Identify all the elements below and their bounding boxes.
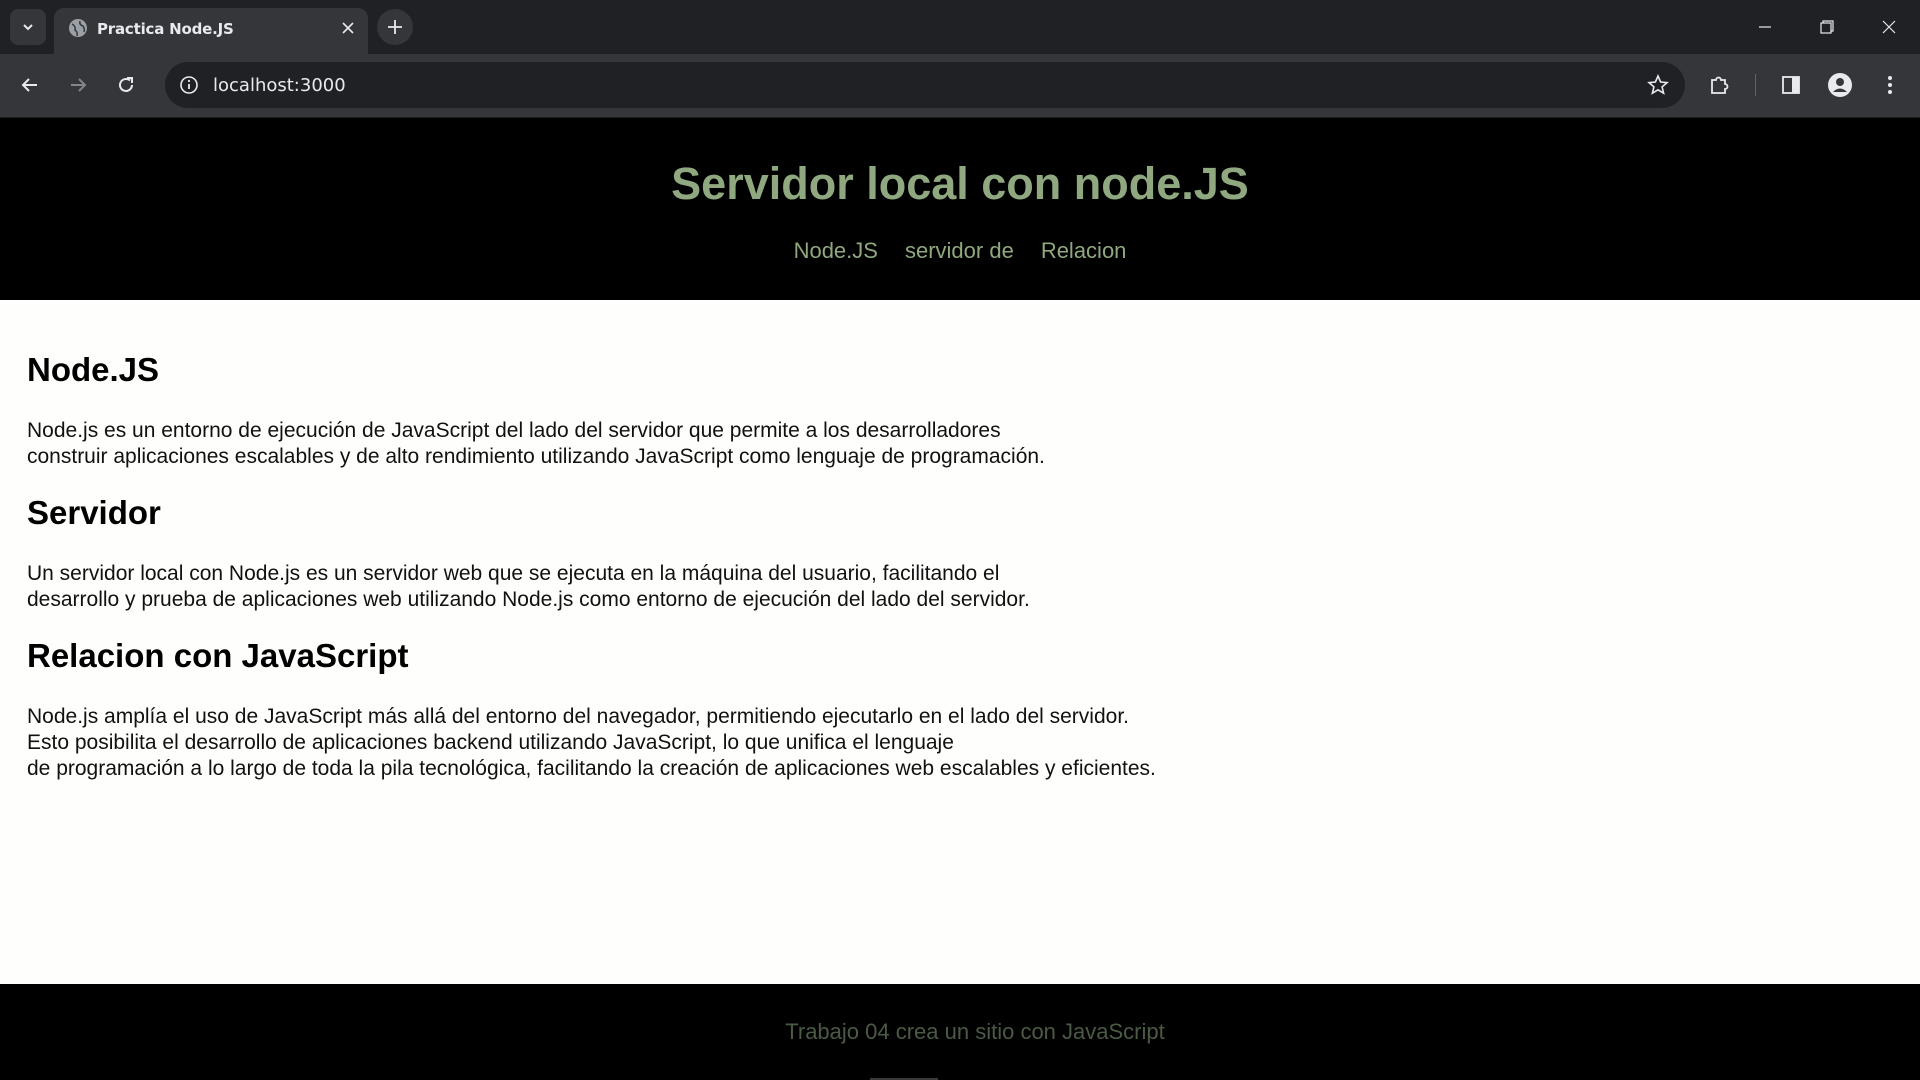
close-icon [342,22,354,34]
profile-button[interactable] [1822,67,1858,103]
site-info-button[interactable] [177,73,201,97]
window-close-icon [1882,20,1896,34]
extensions-icon [1711,76,1729,94]
footer-text: Trabajo 04 crea un sitio con JavaScript [785,1019,1165,1044]
section-text: Un servidor local con Node.js es un serv… [27,562,1030,611]
reload-button[interactable] [108,67,144,103]
profile-icon [1828,73,1852,97]
site-title: Servidor local con node.JS [671,158,1249,209]
site-nav: Node.JS servidor de Relacion [0,238,1920,264]
back-arrow-icon [21,78,37,92]
bookmark-button[interactable] [1645,72,1671,98]
nav-link-nodejs[interactable]: Node.JS [794,238,878,264]
section-heading: Relacion con JavaScript [27,637,409,674]
section-text: Node.js es un entorno de ejecución de Ja… [27,419,1045,468]
minimize-icon [1759,26,1771,28]
address-bar[interactable]: localhost:3000 [165,62,1685,108]
plus-icon [388,20,402,34]
browser-toolbar: localhost:3000 [0,54,1920,118]
forward-button[interactable] [60,67,96,103]
menu-button[interactable] [1872,67,1908,103]
restore-icon [1820,20,1834,34]
menu-dots-icon [1888,76,1892,94]
tab-title: Practica Node.JS [97,20,234,38]
restore-button[interactable] [1804,8,1850,46]
url-text[interactable]: localhost:3000 [213,75,346,96]
tab-search-icon [23,24,33,31]
site-footer: Trabajo 04 crea un sitio con JavaScript [0,984,1920,1080]
tab-close-button[interactable] [336,16,360,40]
extensions-button[interactable] [1701,67,1737,103]
nav-link-servidor[interactable]: servidor de [905,238,1014,264]
side-panel-icon [1782,76,1800,94]
section-text: Node.js amplía el uso de JavaScript más … [27,705,1156,780]
nav-link-relacion[interactable]: Relacion [1041,238,1127,264]
browser-tab-bar: Practica Node.JS [0,0,1920,54]
reload-icon [119,77,133,92]
minimize-button[interactable] [1742,8,1788,46]
section-heading: Servidor [27,494,161,531]
globe-icon [69,19,87,37]
back-button[interactable] [12,67,48,103]
side-panel-button[interactable] [1773,67,1809,103]
star-icon [1647,74,1669,95]
site-header: Servidor local con node.JS Node.JS servi… [0,118,1920,300]
toolbar-divider [1755,74,1756,96]
tab-search-button[interactable] [10,9,46,45]
window-close-button[interactable] [1866,8,1912,46]
browser-tab[interactable]: Practica Node.JS [54,8,368,54]
info-icon [180,76,198,94]
forward-arrow-icon [71,78,87,92]
section-heading: Node.JS [27,351,160,388]
new-tab-button[interactable] [377,9,413,45]
